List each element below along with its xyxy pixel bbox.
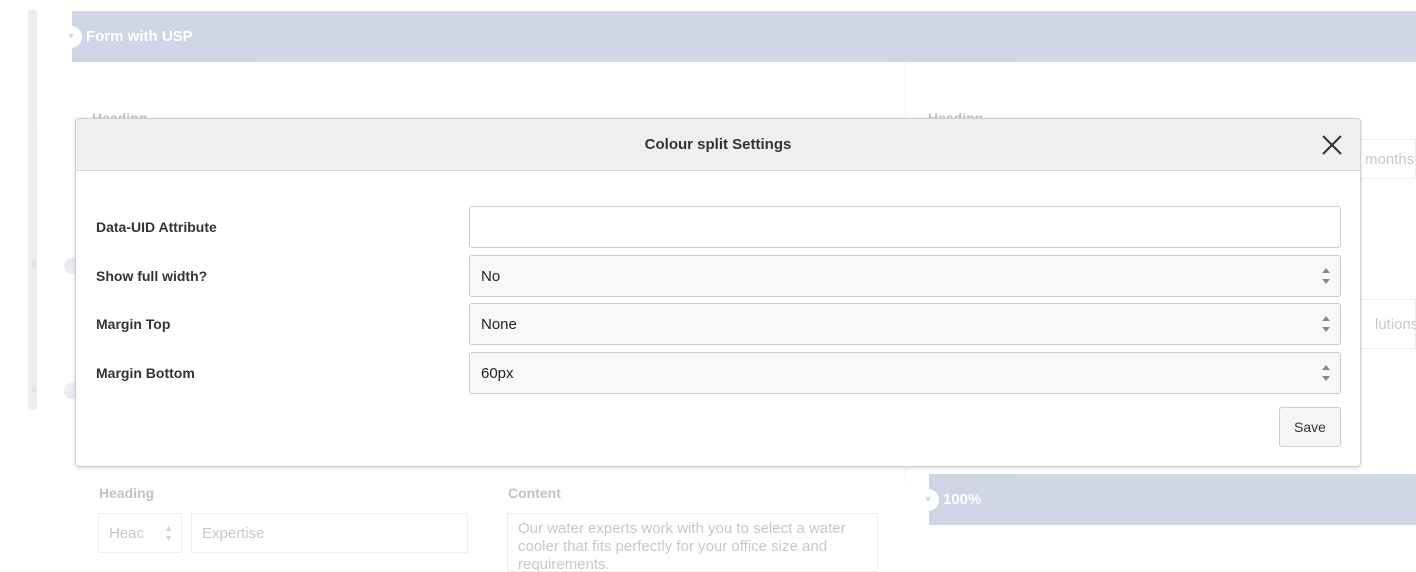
margin-bottom-select[interactable]: 60px — [469, 352, 1341, 394]
select-value: No — [481, 267, 501, 285]
field-row-show-full-width: Show full width? No — [76, 255, 1360, 297]
save-button[interactable]: Save — [1279, 407, 1341, 447]
section-title: Form with USP — [86, 28, 193, 45]
modal-title: Colour split Settings — [644, 136, 792, 153]
lower-heading-label: Heading — [99, 485, 155, 501]
margin-top-select[interactable]: None — [469, 303, 1341, 345]
section-band-100[interactable]: ▾ 100% — [917, 474, 1416, 525]
field-label: Margin Top — [96, 316, 171, 332]
section-title: 100% — [943, 491, 982, 508]
select-arrows-icon: ▲ ▼ — [164, 523, 173, 543]
section-band-form-with-usp[interactable]: ▾ Form with USP — [60, 11, 1416, 62]
show-full-width-select[interactable]: No — [469, 255, 1341, 297]
rail-marker — [32, 385, 36, 393]
content-textarea[interactable]: Our water experts work with you to selec… — [507, 513, 878, 572]
colour-split-settings-modal: Colour split Settings Data-UID Attribute… — [75, 118, 1361, 467]
close-icon — [1322, 135, 1342, 155]
select-value: None — [481, 315, 517, 333]
collapse-toggle-icon[interactable]: ▾ — [917, 488, 939, 511]
rail-marker — [32, 260, 36, 268]
field-row-margin-top: Margin Top None — [76, 303, 1360, 345]
field-label: Data-UID Attribute — [96, 219, 217, 235]
field-row-data-uid: Data-UID Attribute — [76, 206, 1360, 248]
select-arrows-icon — [1322, 316, 1330, 332]
field-row-margin-bottom: Margin Bottom 60px — [76, 352, 1360, 394]
select-arrows-icon — [1322, 365, 1330, 381]
heading-text-input[interactable]: Expertise — [191, 513, 468, 553]
modal-header: Colour split Settings — [76, 119, 1360, 171]
close-button[interactable] — [1318, 131, 1346, 159]
field-label: Margin Bottom — [96, 365, 195, 381]
lower-content-label: Content — [508, 485, 561, 501]
select-arrows-icon — [1322, 268, 1330, 284]
select-value: 60px — [481, 364, 514, 382]
field-label: Show full width? — [96, 268, 208, 284]
collapse-toggle-icon[interactable]: ▾ — [60, 25, 82, 48]
heading-level-select[interactable]: Heac ▲ ▼ — [98, 513, 182, 553]
left-scroll-rail[interactable] — [28, 10, 37, 410]
data-uid-input[interactable] — [469, 206, 1341, 248]
